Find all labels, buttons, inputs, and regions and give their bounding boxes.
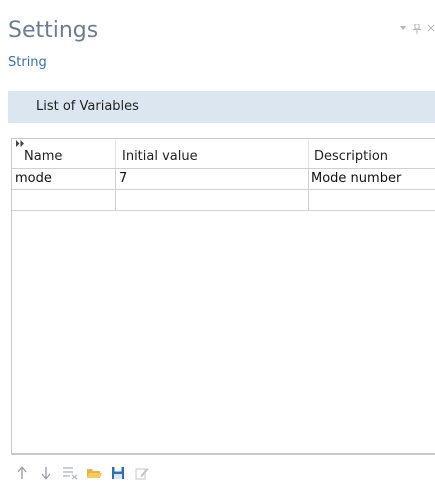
column-header-name[interactable]: Name bbox=[24, 149, 62, 164]
close-icon[interactable] bbox=[427, 24, 435, 37]
panel-title: Settings bbox=[8, 18, 99, 43]
toolbar-divider bbox=[11, 454, 435, 455]
cell-initial-value[interactable]: 7 bbox=[119, 171, 127, 186]
table-header: Name Initial value Description bbox=[12, 139, 435, 169]
table-row[interactable] bbox=[12, 190, 435, 211]
expand-columns-icon[interactable] bbox=[16, 140, 25, 149]
cell-name[interactable]: mode bbox=[15, 171, 52, 186]
table-row[interactable]: mode 7 Mode number bbox=[12, 169, 435, 190]
window-controls bbox=[399, 23, 435, 37]
variables-table: Name Initial value Description mode 7 Mo… bbox=[11, 138, 435, 454]
row-divider bbox=[308, 169, 309, 189]
row-divider bbox=[308, 190, 309, 210]
move-down-icon[interactable] bbox=[38, 464, 54, 482]
panel-subtitle: String bbox=[8, 55, 47, 70]
section-header-list-of-variables[interactable]: List of Variables bbox=[8, 91, 435, 123]
table-toolbar bbox=[14, 462, 150, 484]
clear-table-icon[interactable] bbox=[62, 464, 78, 482]
load-from-file-icon[interactable] bbox=[86, 464, 102, 482]
column-header-description[interactable]: Description bbox=[314, 149, 388, 164]
header-divider bbox=[115, 139, 116, 168]
column-header-initial-value[interactable]: Initial value bbox=[122, 149, 198, 164]
cell-description[interactable]: Mode number bbox=[311, 171, 401, 186]
save-to-file-icon[interactable] bbox=[110, 464, 126, 482]
row-divider bbox=[115, 169, 116, 189]
header-divider bbox=[308, 139, 309, 168]
section-label: List of Variables bbox=[36, 99, 139, 114]
row-divider bbox=[115, 190, 116, 210]
edit-icon[interactable] bbox=[134, 464, 150, 482]
chevron-down-icon[interactable] bbox=[399, 24, 407, 37]
move-up-icon[interactable] bbox=[14, 464, 30, 482]
pin-icon[interactable] bbox=[413, 23, 421, 37]
